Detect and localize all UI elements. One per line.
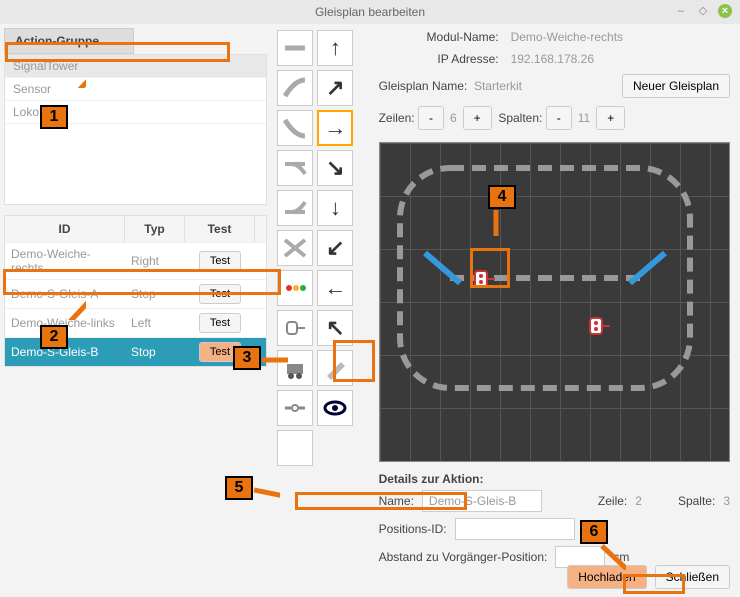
switch-down-icon[interactable] xyxy=(277,150,313,186)
toolbox: ↑ ↗ → ↘ ↓ ↙ ← ↖ xyxy=(271,24,368,597)
name-label: Name: xyxy=(379,494,414,508)
arrow-down-icon[interactable]: ↓ xyxy=(317,190,353,226)
test-button[interactable]: Test xyxy=(199,251,241,271)
test-button[interactable]: Test xyxy=(199,284,241,304)
table-row[interactable]: Demo-Weiche-rechts Right Test xyxy=(5,242,266,279)
empty-icon[interactable] xyxy=(277,430,313,466)
abstand-label: Abstand zu Vorgänger-Position: xyxy=(379,550,548,564)
track-grid[interactable]: document.write(Array.from({length:12},(_… xyxy=(379,142,730,462)
details-header: Details zur Aktion: xyxy=(379,472,730,486)
curve-tr-icon[interactable] xyxy=(277,70,313,106)
arrow-nw-icon[interactable]: ↖ xyxy=(317,310,353,346)
pencil-icon[interactable] xyxy=(317,350,353,386)
callout-2: 2 xyxy=(40,325,68,349)
zeile-label: Zeile: xyxy=(598,494,627,508)
spalten-plus[interactable]: + xyxy=(596,106,625,130)
callout-1: 1 xyxy=(40,105,68,129)
maximize-icon[interactable]: ◇ xyxy=(696,4,710,18)
spalte-value: 3 xyxy=(723,494,730,508)
plan-label: Gleisplan Name: xyxy=(379,79,468,93)
zeile-value: 2 xyxy=(635,494,642,508)
arrow-right-icon[interactable]: → xyxy=(317,110,353,146)
spalten-value: 11 xyxy=(578,111,590,125)
zeilen-minus[interactable]: - xyxy=(418,106,444,130)
arrow-left-icon[interactable]: ← xyxy=(317,270,353,306)
arrow-se-icon[interactable]: ↘ xyxy=(317,150,353,186)
minimize-icon[interactable]: – xyxy=(674,4,688,18)
modul-label: Modul-Name: xyxy=(379,30,499,44)
zeilen-value: 6 xyxy=(450,111,457,125)
table-row[interactable]: Demo-S-Gleis-A Stop Test xyxy=(5,279,266,308)
decouple-icon[interactable] xyxy=(277,390,313,426)
pos-label: Positions-ID: xyxy=(379,522,447,536)
new-plan-button[interactable]: Neuer Gleisplan xyxy=(622,74,730,98)
spalten-label: Spalten: xyxy=(498,111,542,125)
eye-icon[interactable] xyxy=(317,390,353,426)
callout-5: 5 xyxy=(225,476,253,500)
test-button[interactable]: Test xyxy=(199,313,241,333)
name-value: Demo-S-Gleis-B xyxy=(422,490,542,512)
zeilen-label: Zeilen: xyxy=(379,111,415,125)
window-title: Gleisplan bearbeiten xyxy=(315,5,425,19)
cross-icon[interactable] xyxy=(277,230,313,266)
spalten-minus[interactable]: - xyxy=(546,106,572,130)
close-button[interactable]: Schließen xyxy=(655,565,730,589)
col-test[interactable]: Test xyxy=(185,216,255,242)
arrow-up-icon[interactable]: ↑ xyxy=(317,30,353,66)
traffic-light-icon[interactable] xyxy=(277,270,313,306)
spalte-label: Spalte: xyxy=(678,494,715,508)
callout-6: 6 xyxy=(580,520,608,544)
callout-4: 4 xyxy=(488,185,516,209)
switch-up-icon[interactable] xyxy=(277,190,313,226)
signal-icon[interactable] xyxy=(277,310,313,346)
track-horizontal-icon[interactable] xyxy=(277,30,313,66)
ip-value: 192.168.178.26 xyxy=(511,52,594,66)
modul-value: Demo-Weiche-rechts xyxy=(511,30,623,44)
action-group-list: SignalTower Sensor Loko xyxy=(4,54,267,205)
ip-label: IP Adresse: xyxy=(379,52,499,66)
close-icon[interactable]: × xyxy=(718,4,732,18)
group-signaltower[interactable]: SignalTower xyxy=(5,55,266,78)
group-sensor[interactable]: Sensor xyxy=(5,78,266,101)
col-typ[interactable]: Typ xyxy=(125,216,185,242)
arrow-ne-icon[interactable]: ↗ xyxy=(317,70,353,106)
action-group-header: Action-Gruppe xyxy=(4,28,134,54)
col-id[interactable]: ID xyxy=(5,216,125,242)
curve-br-icon[interactable] xyxy=(277,110,313,146)
callout-3: 3 xyxy=(233,346,261,370)
arrow-sw-icon[interactable]: ↙ xyxy=(317,230,353,266)
plan-value: Starterkit xyxy=(474,79,522,93)
pos-input[interactable] xyxy=(455,518,575,540)
zeilen-plus[interactable]: + xyxy=(463,106,492,130)
